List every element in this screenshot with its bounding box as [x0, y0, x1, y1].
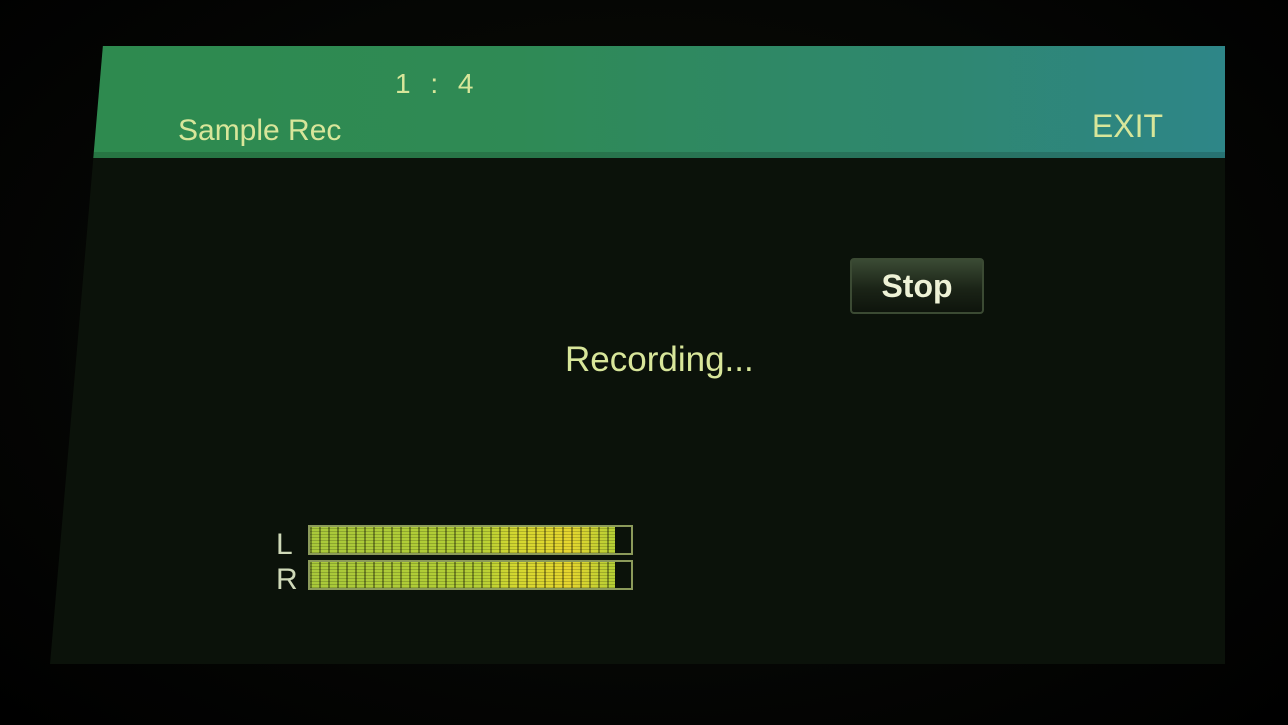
position-counter: 1 : 4: [395, 68, 480, 99]
meter-label-left: L: [276, 528, 293, 561]
level-meter-left-fill: [310, 527, 615, 553]
device-photo: 1 : 4 Sample Rec EXIT Stop Recording... …: [0, 0, 1288, 725]
header-bar: 1 : 4 Sample Rec EXIT: [50, 46, 1225, 158]
meter-label-right: R: [276, 563, 298, 596]
level-meter-left: [308, 525, 633, 555]
stop-button[interactable]: Stop: [850, 258, 984, 314]
level-meter-right: [308, 560, 633, 590]
page-title: Sample Rec: [178, 114, 342, 147]
exit-button[interactable]: EXIT: [1092, 108, 1163, 145]
recording-status: Recording...: [565, 340, 754, 379]
device-screen: 1 : 4 Sample Rec EXIT Stop Recording... …: [50, 46, 1225, 664]
level-meter-right-fill: [310, 562, 615, 588]
